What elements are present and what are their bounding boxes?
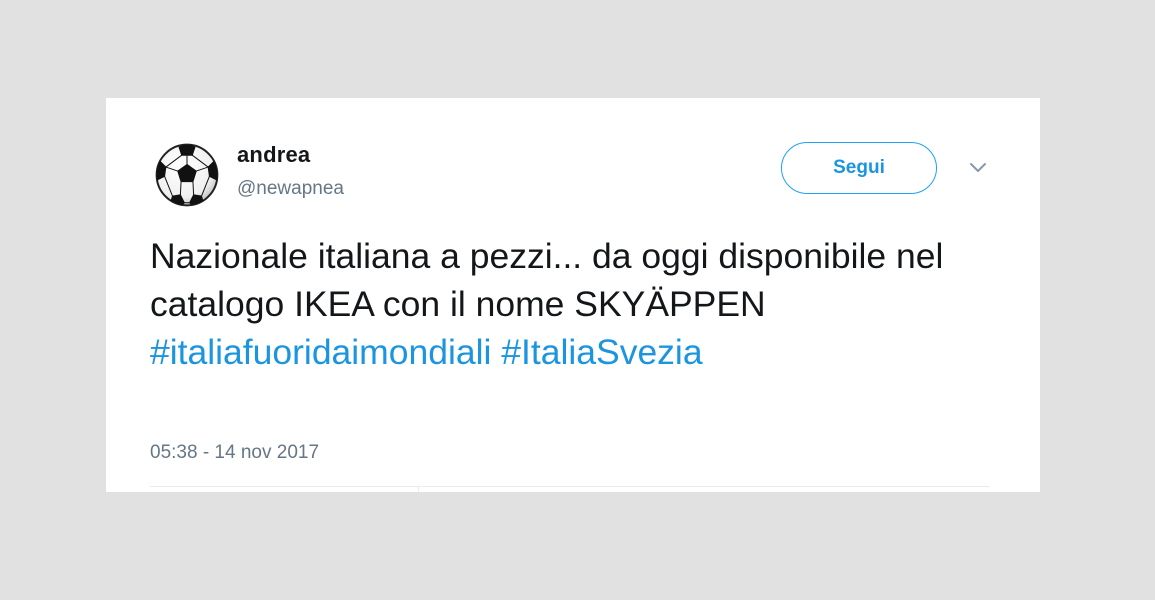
avatar[interactable] [154,142,220,208]
tweet-body: Nazionale italiana a pezzi... da oggi di… [150,236,944,324]
tweet-timestamp[interactable]: 05:38 - 14 nov 2017 [150,442,319,464]
hashtag-link[interactable]: #italiafuoridaimondiali [150,332,491,372]
hashtag-link[interactable]: #ItaliaSvezia [501,332,702,372]
display-name[interactable]: andrea [237,142,310,168]
divider [150,486,990,487]
divider [418,486,419,492]
user-handle[interactable]: @newapnea [237,178,344,200]
chevron-down-icon[interactable] [967,160,989,176]
soccer-ball-icon [155,143,219,207]
tweet-card: andrea @newapnea Segui Nazionale italian… [106,98,1040,492]
follow-button[interactable]: Segui [781,142,937,194]
tweet-text: Nazionale italiana a pezzi... da oggi di… [150,232,1010,376]
